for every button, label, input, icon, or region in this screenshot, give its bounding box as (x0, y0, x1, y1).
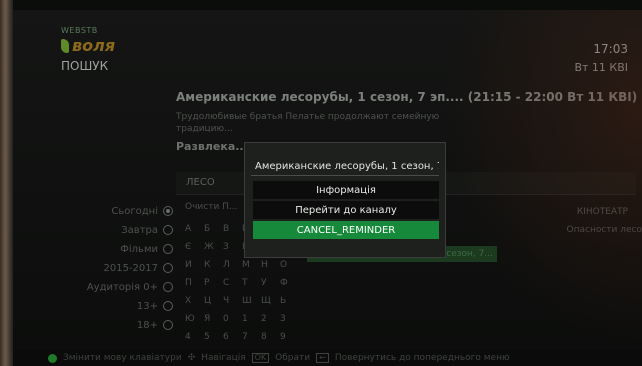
provider-small-logo: WEBSTB (61, 26, 98, 35)
program-title: Американские лесорубы, 1 сезон, 7 эп....… (176, 90, 638, 104)
keyboard-key[interactable]: И (185, 256, 204, 273)
keyboard-key[interactable]: Ц (204, 292, 223, 309)
provider-logo-text: воля (72, 36, 116, 55)
filter-today[interactable]: Сьогодні (53, 202, 173, 220)
keyboard-key[interactable]: Ю (185, 310, 204, 327)
keyboard-key[interactable]: О (280, 256, 299, 273)
date: Вт 11 КВІ (574, 61, 628, 74)
keyboard-key[interactable]: Х (185, 292, 204, 309)
program-genre: Развлека... (176, 140, 248, 153)
context-menu-dialog: Американские лесорубы, 1 сезон, 7... Інф… (244, 142, 446, 258)
hint-select: Обрати (275, 353, 311, 363)
keyboard-key[interactable]: Ж (204, 238, 223, 255)
radio-icon (163, 263, 173, 273)
keyboard-key[interactable]: А (185, 220, 204, 237)
keyboard-key[interactable]: Т (242, 274, 261, 291)
keyboard-key[interactable]: Ч (223, 292, 242, 309)
radio-icon (163, 225, 173, 235)
keyboard-key[interactable]: У (261, 274, 280, 291)
filter-label: Аудиторія 0+ (86, 281, 158, 293)
filter-label: 13+ (136, 300, 158, 312)
go-to-channel-button[interactable]: Перейти до каналу (253, 201, 439, 219)
keyboard-key[interactable]: 4 (185, 328, 204, 345)
page-title: ПОШУК (61, 59, 109, 73)
keyboard-key[interactable]: М (242, 256, 261, 273)
ok-key-icon: OK (251, 353, 270, 363)
keyboard-key[interactable]: Ф (280, 274, 299, 291)
keyboard-key[interactable]: 3 (280, 310, 299, 327)
keyboard-key[interactable]: К (204, 256, 223, 273)
keyboard-key[interactable]: З (223, 238, 242, 255)
info-button[interactable]: Інформація (253, 181, 439, 199)
keyboard-key[interactable]: 0 (223, 310, 242, 327)
filter-list: Сьогодні Завтра Фільми 2015-2017 Аудитор… (53, 202, 173, 335)
radio-icon (163, 282, 173, 292)
filter-years[interactable]: 2015-2017 (53, 259, 173, 277)
keyboard-key[interactable]: 2 (261, 310, 280, 327)
hint-change-lang: Змінити мову клавіатури (63, 353, 182, 363)
filter-label: Завтра (121, 224, 158, 236)
provider-logo: воля (61, 36, 115, 55)
keyboard-key[interactable]: Ш (242, 292, 261, 309)
results-category: КІНОТЕАТР (576, 207, 628, 217)
tv-bezel-left (0, 0, 13, 366)
keyboard-key[interactable]: 8 (261, 328, 280, 345)
filter-audience-13[interactable]: 13+ (53, 297, 173, 315)
keyboard-clear-button[interactable]: Очисти П... (185, 202, 238, 212)
keyboard-key[interactable]: Р (204, 274, 223, 291)
filter-audience-18[interactable]: 18+ (53, 316, 173, 334)
filter-label: Фільми (120, 243, 158, 255)
filter-audience-0[interactable]: Аудиторія 0+ (53, 278, 173, 296)
radio-icon (163, 244, 173, 254)
keyboard-key[interactable]: Б (204, 220, 223, 237)
keyboard-key[interactable]: 9 (280, 328, 299, 345)
keyboard-key[interactable]: 7 (242, 328, 261, 345)
filter-label: 18+ (136, 319, 158, 331)
results-category-item[interactable]: Опасности лесо (567, 225, 642, 235)
keyboard-key[interactable]: Л (223, 256, 242, 273)
keyboard-key[interactable]: Ь (280, 292, 299, 309)
dialog-title: Американские лесорубы, 1 сезон, 7... (251, 158, 439, 176)
dpad-icon: ✣ (187, 353, 196, 363)
keyboard-key[interactable]: Є (185, 238, 204, 255)
keyboard-key[interactable]: 6 (223, 328, 242, 345)
footer-hints: Змінити мову клавіатури ✣ Навігація OK О… (13, 350, 642, 366)
keyboard-key[interactable]: С (223, 274, 242, 291)
program-description-line2: традицию... (176, 124, 233, 134)
search-query: ЛЕСО (186, 177, 215, 188)
keyboard-key[interactable]: 1 (242, 310, 261, 327)
filter-films[interactable]: Фільми (53, 240, 173, 258)
leaf-icon (61, 38, 69, 53)
hint-navigation: Навігація (201, 353, 246, 363)
keyboard-key[interactable]: Н (261, 256, 280, 273)
hint-back: Повернутись до попереднього меню (334, 353, 510, 363)
cancel-reminder-button[interactable]: CANCEL_REMINDER (253, 221, 439, 239)
radio-icon (163, 206, 173, 216)
back-key-icon: ← (316, 353, 329, 363)
radio-icon (163, 320, 173, 330)
green-button-icon (48, 353, 57, 363)
clock: 17:03 (593, 42, 628, 56)
program-description: Трудолюбивые братья Пелатье продолжают с… (176, 112, 440, 122)
keyboard-key[interactable]: В (223, 220, 242, 237)
filter-label: 2015-2017 (103, 262, 158, 274)
keyboard-key[interactable]: Я (204, 310, 223, 327)
keyboard-key[interactable]: Щ (261, 292, 280, 309)
keyboard-key[interactable]: 5 (204, 328, 223, 345)
radio-icon (163, 301, 173, 311)
filter-label: Сьогодні (111, 205, 158, 217)
tv-screen: WEBSTB воля ПОШУК 17:03 Вт 11 КВІ Америк… (13, 10, 642, 350)
filter-tomorrow[interactable]: Завтра (53, 221, 173, 239)
keyboard-key[interactable]: П (185, 274, 204, 291)
